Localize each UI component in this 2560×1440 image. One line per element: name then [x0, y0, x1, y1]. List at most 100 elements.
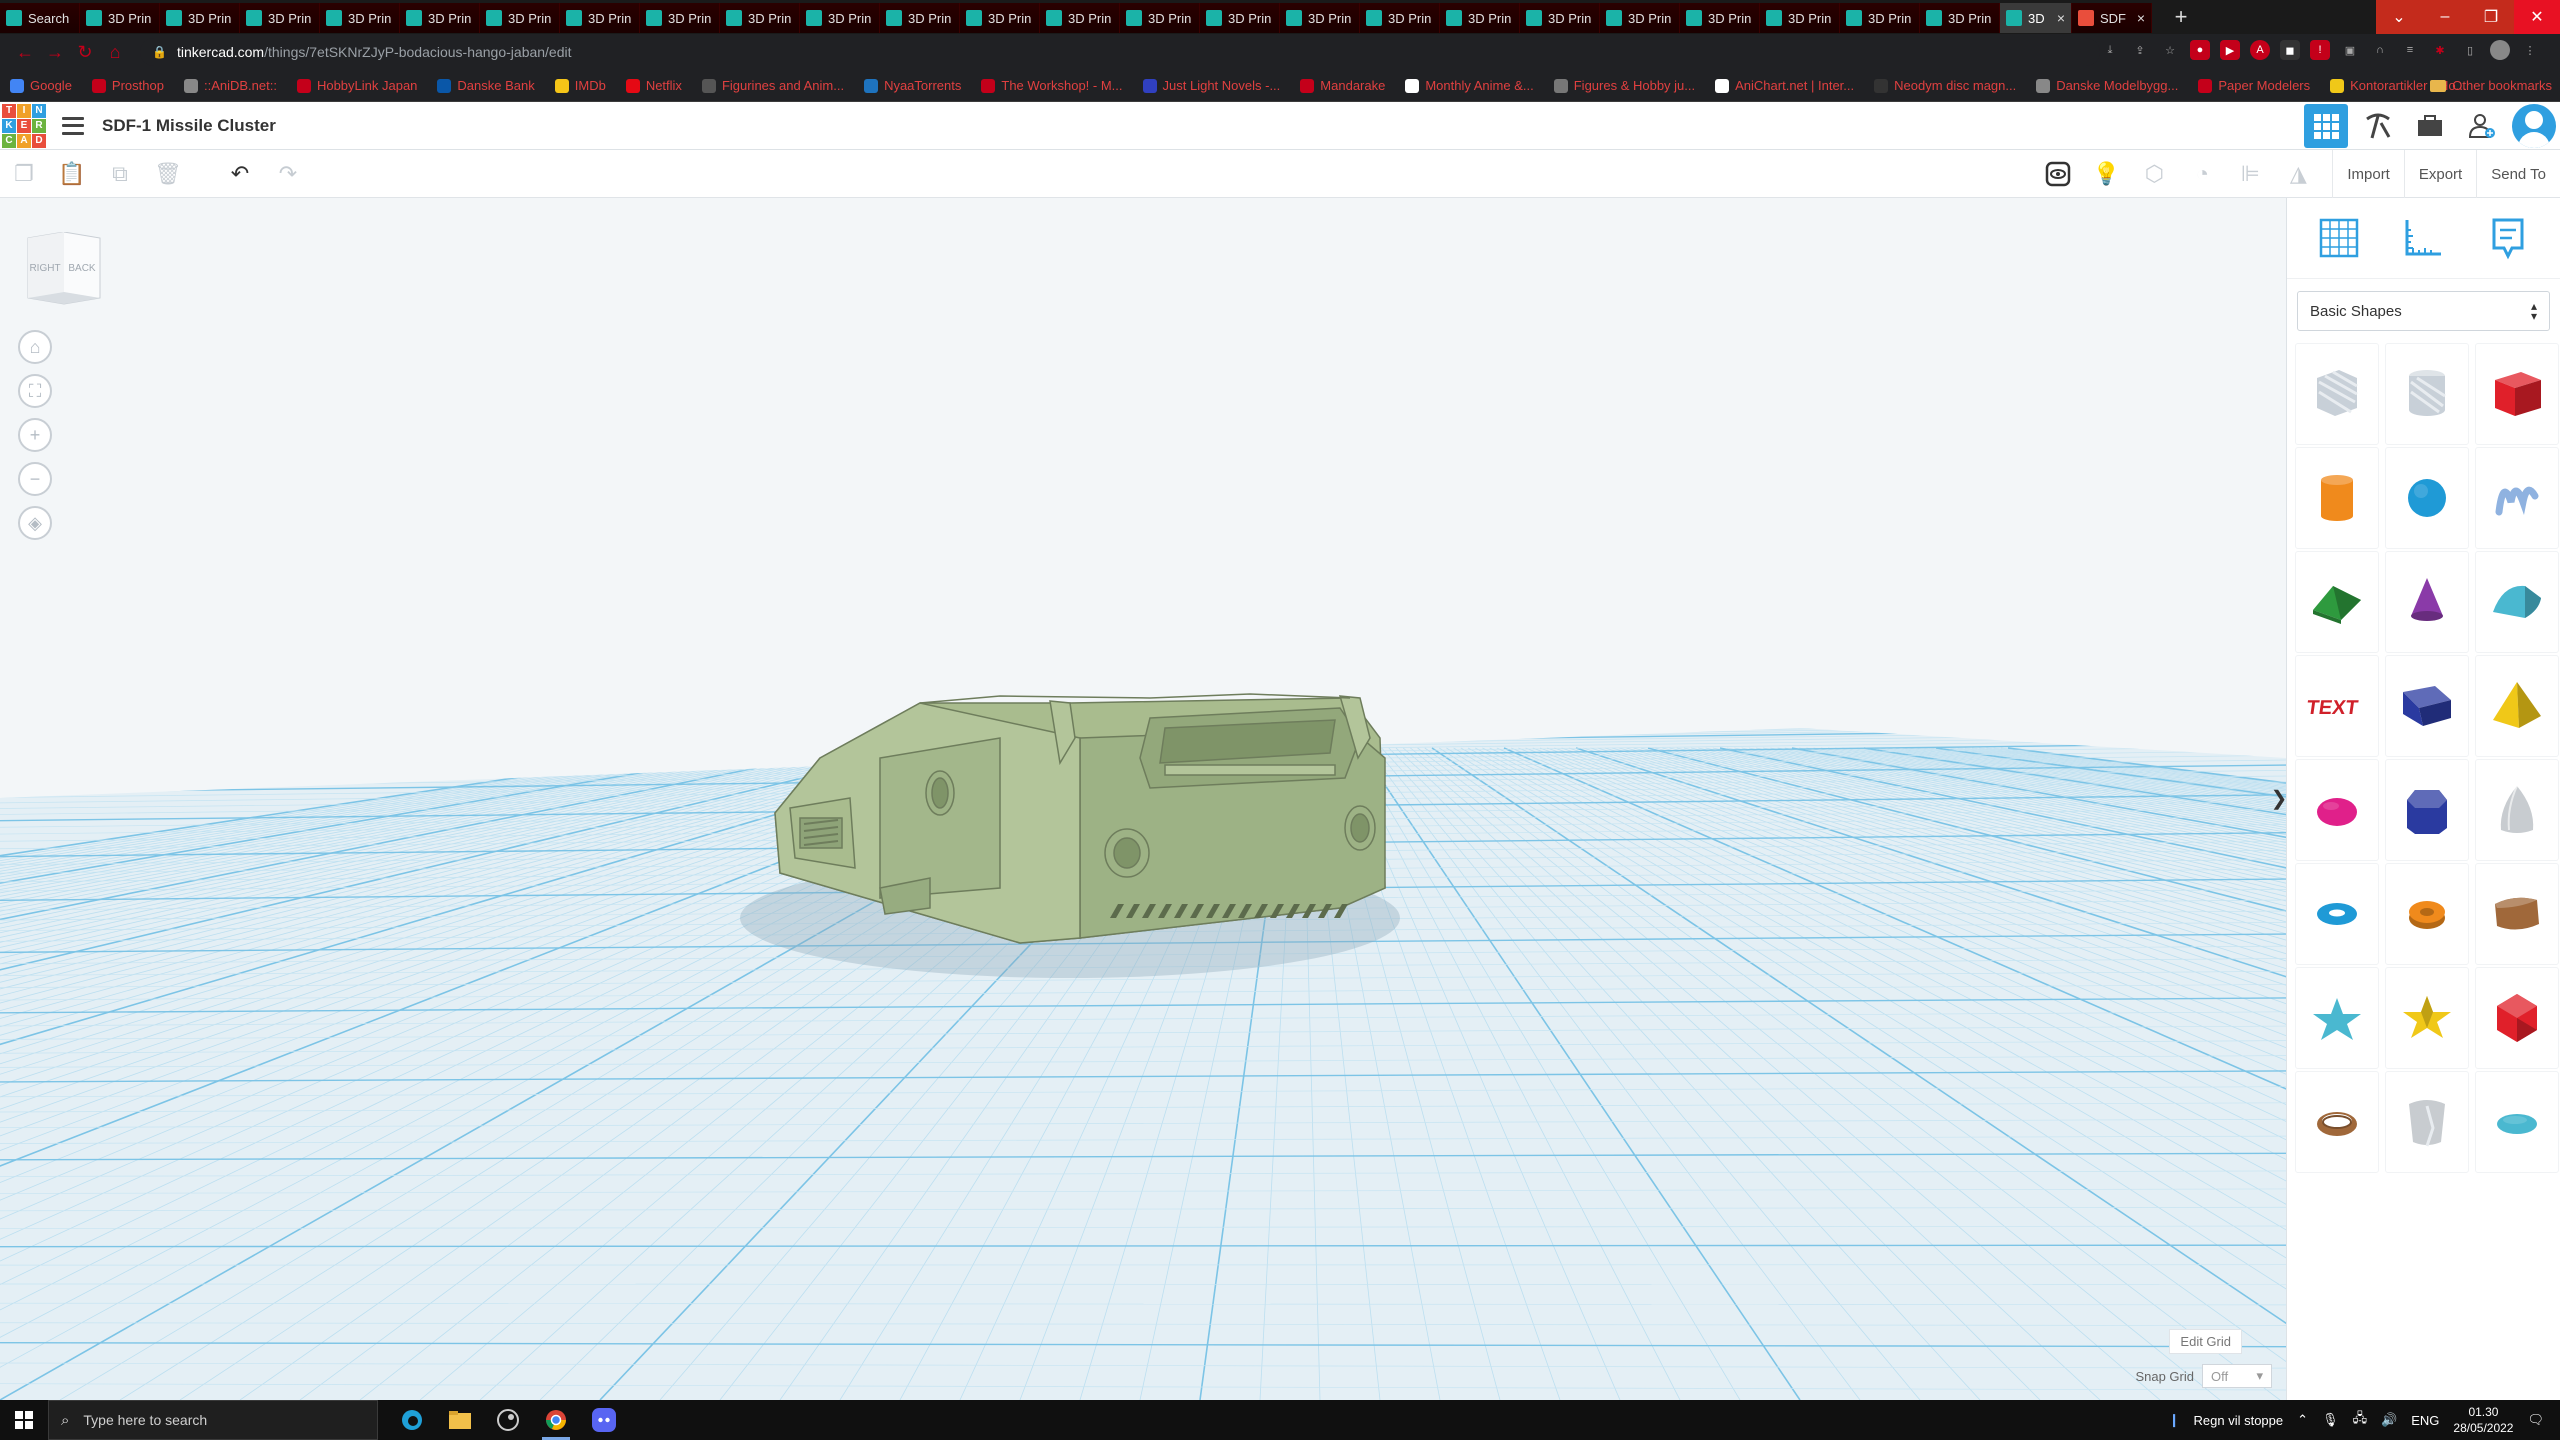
notes-light-icon[interactable]: 💡 [2082, 150, 2130, 198]
export-button[interactable]: Export [2403, 150, 2476, 198]
duplicate-icon[interactable]: ⧉ [96, 150, 144, 198]
shape-category-select[interactable]: Basic Shapes ▴ ▾ [2297, 291, 2550, 331]
zoom-out-icon[interactable]: − [18, 462, 52, 496]
shape-box-hole[interactable] [2295, 343, 2379, 445]
extension-badge-icon[interactable]: ! [2310, 40, 2330, 60]
browser-tab[interactable]: 3D Prin [480, 3, 560, 33]
codeblocks-view-button[interactable] [2356, 104, 2400, 148]
windows-start-button[interactable] [0, 1400, 48, 1440]
shape-wedge[interactable] [2385, 655, 2469, 757]
minimize-icon[interactable]: – [2422, 0, 2468, 34]
profile-icon[interactable] [2490, 40, 2510, 60]
bookmark-item[interactable]: Danske Bank [437, 78, 535, 93]
mirror-icon[interactable]: ◮ [2274, 150, 2322, 198]
browser-tab[interactable]: 3D Prin [560, 3, 640, 33]
browser-tab[interactable]: 3D Prin [880, 3, 960, 33]
share-icon[interactable]: ⇪ [2130, 40, 2150, 60]
taskbar-search[interactable]: ⌕ Type here to search [48, 1400, 378, 1440]
zoom-in-icon[interactable]: + [18, 418, 52, 452]
bookmark-item[interactable]: AniChart.net | Inter... [1715, 78, 1854, 93]
close-tab-icon[interactable]: × [2137, 10, 2145, 26]
bookmark-item[interactable]: ::AniDB.net:: [183, 78, 277, 93]
notification-icon[interactable]: 🗨 [2527, 1412, 2544, 1428]
close-tab-icon[interactable]: × [2057, 10, 2065, 26]
shape-star[interactable] [2295, 967, 2379, 1069]
browser-tab[interactable]: 3D Prin [1040, 3, 1120, 33]
undo-icon[interactable]: ↶ [216, 150, 264, 198]
browser-tab[interactable]: 3D Prin [1760, 3, 1840, 33]
browser-tab[interactable]: 3D Prin [1200, 3, 1280, 33]
snap-grid-select[interactable]: Off ▾ [2202, 1364, 2272, 1388]
shape-cylinder[interactable] [2295, 447, 2379, 549]
browser-tab[interactable]: 3D Prin [1920, 3, 2000, 33]
browser-tab[interactable]: SDF × [2072, 3, 2152, 33]
browser-tab[interactable]: 3D Prin [1520, 3, 1600, 33]
browser-tab[interactable]: 3D Prin [160, 3, 240, 33]
shape-shape-generator[interactable] [2475, 863, 2559, 965]
bookmark-item[interactable]: Netflix [625, 78, 682, 93]
tinkercad-logo[interactable]: TIN KER CAD [2, 103, 46, 148]
bookmark-item[interactable]: IMDb [554, 78, 606, 93]
browser-tab[interactable]: Search [0, 3, 80, 33]
browser-tab[interactable]: 3D Prin [240, 3, 320, 33]
align-icon[interactable]: ⊫ [2226, 150, 2274, 198]
browser-tab[interactable]: 3D Prin [1120, 3, 1200, 33]
sim-lab-view-button[interactable] [2408, 104, 2452, 148]
edge-icon[interactable] [388, 1400, 436, 1440]
weather-icon[interactable]: ❙ [2169, 1412, 2180, 1428]
design-menu-icon[interactable] [62, 116, 84, 135]
browser-tab[interactable]: 3D Prin [800, 3, 880, 33]
tray-chevron-icon[interactable]: ⌃ [2297, 1412, 2308, 1428]
browser-tab[interactable]: 3D Prin [400, 3, 480, 33]
language-indicator[interactable]: ENG [2411, 1413, 2439, 1428]
shape-scribble[interactable] [2475, 447, 2559, 549]
ruler-tab[interactable] [2397, 212, 2449, 264]
bookmark-item[interactable]: Google [10, 78, 72, 93]
send-to-button[interactable]: Send To [2476, 150, 2560, 198]
bookmark-item[interactable]: Monthly Anime &... [1405, 78, 1534, 93]
steam-icon[interactable] [484, 1400, 532, 1440]
view-cube[interactable]: RIGHT BACK [24, 232, 104, 312]
bookmark-item[interactable]: Prosthop [91, 78, 164, 93]
bookmark-item[interactable]: The Workshop! - M... [981, 78, 1123, 93]
shape-round-roof[interactable] [2475, 551, 2559, 653]
shape-tube[interactable] [2385, 863, 2469, 965]
adblock-icon[interactable]: A [2250, 40, 2270, 60]
fit-view-icon[interactable]: ⛶ [18, 374, 52, 408]
3d-design-view-button[interactable] [2304, 104, 2348, 148]
shape-ring[interactable] [2295, 1071, 2379, 1173]
browser-tab[interactable]: 3D Prin [1360, 3, 1440, 33]
network-icon[interactable]: 🖧 [2353, 1409, 2368, 1431]
extension-arc-icon[interactable]: ∩ [2370, 40, 2390, 60]
browser-tab[interactable]: 3D Prin [720, 3, 800, 33]
user-avatar[interactable] [2512, 104, 2556, 148]
shape-icosahedron[interactable] [2475, 967, 2559, 1069]
browser-menu-icon[interactable]: ⋮ [2520, 40, 2540, 60]
home-view-icon[interactable]: ⌂ [18, 330, 52, 364]
orthographic-icon[interactable]: ◈ [18, 506, 52, 540]
clock[interactable]: 01.30 28/05/2022 [2453, 1404, 2513, 1436]
ungroup-icon[interactable]: ◔ [2178, 150, 2226, 198]
design-title[interactable]: SDF-1 Missile Cluster [102, 116, 276, 136]
bookmark-item[interactable]: Figures & Hobby ju... [1553, 78, 1695, 93]
bookmark-star-icon[interactable]: ☆ [2160, 40, 2180, 60]
extension-red-icon[interactable]: ● [2190, 40, 2210, 60]
chrome-icon[interactable] [532, 1400, 580, 1440]
group-icon[interactable]: ⬡ [2130, 150, 2178, 198]
redo-icon[interactable]: ↷ [264, 150, 312, 198]
edit-grid-button[interactable]: Edit Grid [2169, 1329, 2242, 1354]
bookmark-item[interactable]: Paper Modelers [2198, 78, 2310, 93]
workplane-viewport[interactable]: RIGHT BACK ⌂ ⛶ + − ◈ ❯ Edit Grid Snap Gr… [0, 198, 2286, 1400]
extension-grey-icon[interactable]: ▣ [2340, 40, 2360, 60]
bookmark-item[interactable]: Mandarake [1300, 78, 1385, 93]
shape-cone[interactable] [2385, 551, 2469, 653]
paste-icon[interactable]: 📋 [48, 150, 96, 198]
shape-half-sphere[interactable] [2295, 759, 2379, 861]
shape-box[interactable] [2475, 343, 2559, 445]
notes-tab[interactable] [2482, 212, 2534, 264]
browser-tab[interactable]: 3D × [2000, 3, 2072, 33]
new-tab-button[interactable]: + [2166, 4, 2196, 30]
bookmark-item[interactable]: Just Light Novels -... [1142, 78, 1280, 93]
shape-polygon[interactable] [2385, 759, 2469, 861]
bookmark-item[interactable]: Danske Modelbygg... [2036, 78, 2178, 93]
